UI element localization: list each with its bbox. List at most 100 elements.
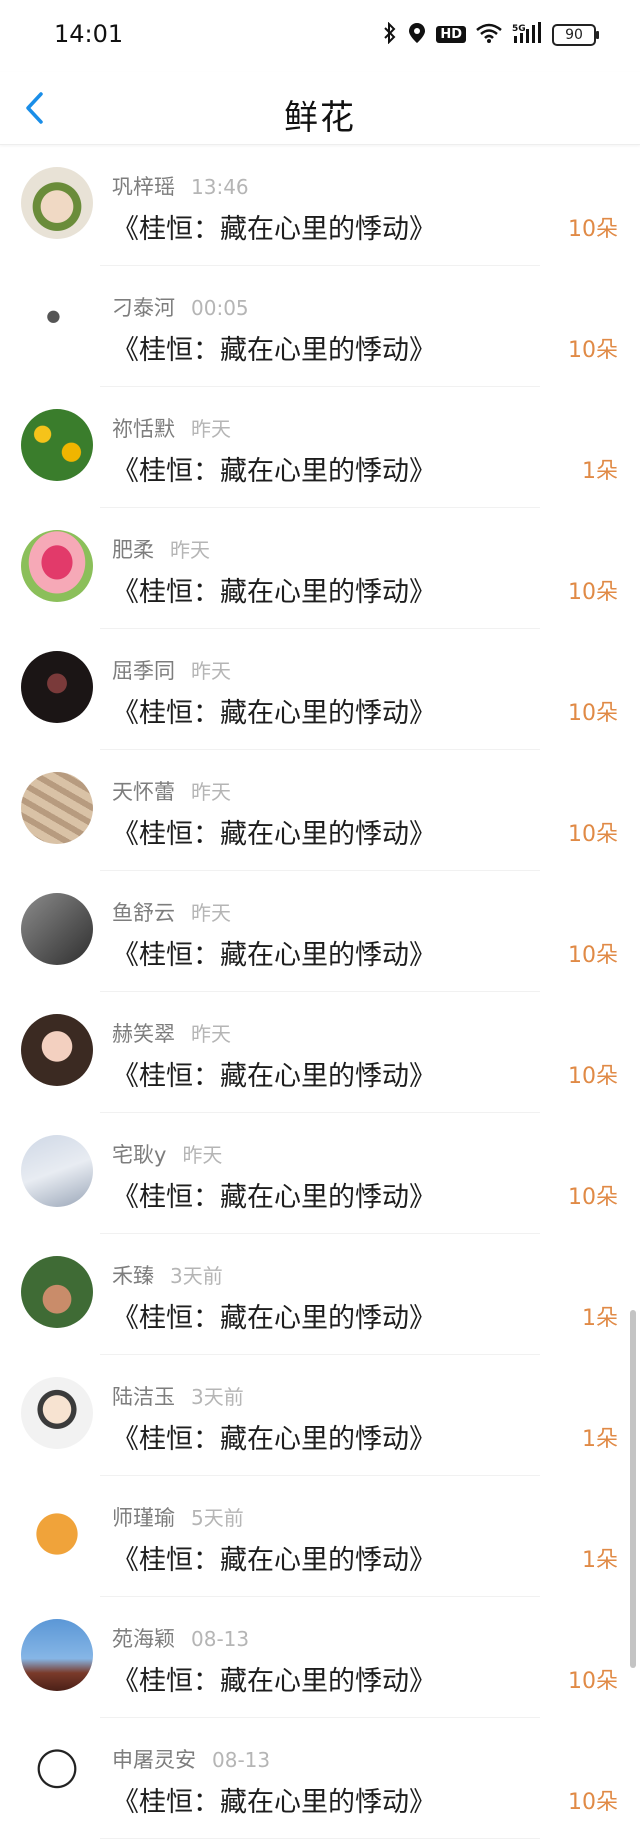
user-name: 鱼舒云 xyxy=(112,901,175,925)
gift-time: 13:46 xyxy=(191,175,249,199)
flower-count: 10朵 xyxy=(568,1185,618,1210)
user-name: 刁泰河 xyxy=(112,296,175,320)
user-name: 师瑾瑜 xyxy=(112,1506,175,1530)
avatar[interactable] xyxy=(21,1135,93,1207)
book-title: 《桂恒：藏在心里的悸动》 xyxy=(112,214,436,245)
list-item[interactable]: 鱼舒云 昨天 《桂恒：藏在心里的悸动》 10朵 xyxy=(0,871,640,992)
flower-count: 10朵 xyxy=(568,822,618,847)
flower-count: 10朵 xyxy=(568,1790,618,1815)
flower-count: 10朵 xyxy=(568,580,618,605)
gift-time: 昨天 xyxy=(191,1022,231,1046)
avatar[interactable] xyxy=(21,167,93,239)
name-line: 屈季同 昨天 xyxy=(112,655,231,685)
flower-count: 10朵 xyxy=(568,217,618,242)
flower-count: 1朵 xyxy=(582,1427,618,1452)
list-item[interactable]: 肥柔 昨天 《桂恒：藏在心里的悸动》 10朵 xyxy=(0,508,640,629)
book-title: 《桂恒：藏在心里的悸动》 xyxy=(112,819,436,850)
book-title: 《桂恒：藏在心里的悸动》 xyxy=(112,1303,436,1334)
avatar[interactable] xyxy=(21,1377,93,1449)
name-line: 师瑾瑜 5天前 xyxy=(112,1502,244,1532)
list-item[interactable]: 师瑾瑜 5天前 《桂恒：藏在心里的悸动》 1朵 xyxy=(0,1476,640,1597)
page-title: 鲜花 xyxy=(284,98,356,138)
list-item[interactable]: 天怀蕾 昨天 《桂恒：藏在心里的悸动》 10朵 xyxy=(0,750,640,871)
list-item[interactable]: 苑海颖 08-13 《桂恒：藏在心里的悸动》 10朵 xyxy=(0,1597,640,1718)
name-line: 天怀蕾 昨天 xyxy=(112,776,231,806)
book-title: 《桂恒：藏在心里的悸动》 xyxy=(112,456,436,487)
flower-count: 10朵 xyxy=(568,943,618,968)
scrollbar[interactable] xyxy=(630,1310,636,1668)
gift-time: 3天前 xyxy=(170,1264,223,1288)
gift-time: 昨天 xyxy=(191,659,231,683)
gift-time: 昨天 xyxy=(191,780,231,804)
book-title: 《桂恒：藏在心里的悸动》 xyxy=(112,1424,436,1455)
avatar[interactable] xyxy=(21,772,93,844)
user-name: 宅耿y xyxy=(112,1143,167,1167)
status-icons: HD 5G 90 xyxy=(382,21,599,47)
svg-text:5G: 5G xyxy=(512,24,526,34)
name-line: 申屠灵安 08-13 xyxy=(112,1744,270,1774)
avatar[interactable] xyxy=(21,1014,93,1086)
avatar[interactable] xyxy=(21,1498,93,1570)
list-item[interactable]: 申屠灵安 08-13 《桂恒：藏在心里的悸动》 10朵 xyxy=(0,1718,640,1839)
list-item[interactable]: 刁泰河 00:05 《桂恒：藏在心里的悸动》 10朵 xyxy=(0,266,640,387)
user-name: 巩梓瑶 xyxy=(112,175,175,199)
battery-level: 90 xyxy=(565,26,583,43)
list-item[interactable]: 陆洁玉 3天前 《桂恒：藏在心里的悸动》 1朵 xyxy=(0,1355,640,1476)
battery-icon: 90 xyxy=(552,23,599,46)
book-title: 《桂恒：藏在心里的悸动》 xyxy=(112,335,436,366)
user-name: 禾臻 xyxy=(112,1264,154,1288)
user-name: 赫笑翠 xyxy=(112,1022,175,1046)
list-item[interactable]: 屈季同 昨天 《桂恒：藏在心里的悸动》 10朵 xyxy=(0,629,640,750)
divider xyxy=(100,1838,540,1839)
book-title: 《桂恒：藏在心里的悸动》 xyxy=(112,1666,436,1697)
avatar[interactable] xyxy=(21,1740,93,1812)
user-name: 祢恬默 xyxy=(112,417,175,441)
hd-icon: HD xyxy=(436,26,466,43)
user-name: 申屠灵安 xyxy=(112,1748,196,1772)
name-line: 陆洁玉 3天前 xyxy=(112,1381,244,1411)
name-line: 肥柔 昨天 xyxy=(112,534,210,564)
flower-count: 1朵 xyxy=(582,459,618,484)
user-name: 肥柔 xyxy=(112,538,154,562)
user-name: 陆洁玉 xyxy=(112,1385,175,1409)
list-item[interactable]: 巩梓瑶 13:46 《桂恒：藏在心里的悸动》 10朵 xyxy=(0,145,640,266)
flower-list: 巩梓瑶 13:46 《桂恒：藏在心里的悸动》 10朵 刁泰河 00:05 《桂恒… xyxy=(0,145,640,1839)
list-item[interactable]: 宅耿y 昨天 《桂恒：藏在心里的悸动》 10朵 xyxy=(0,1113,640,1234)
gift-time: 昨天 xyxy=(191,901,231,925)
user-name: 屈季同 xyxy=(112,659,175,683)
avatar[interactable] xyxy=(21,409,93,481)
list-item[interactable]: 祢恬默 昨天 《桂恒：藏在心里的悸动》 1朵 xyxy=(0,387,640,508)
flower-count: 10朵 xyxy=(568,701,618,726)
flower-count: 10朵 xyxy=(568,338,618,363)
avatar[interactable] xyxy=(21,530,93,602)
name-line: 祢恬默 昨天 xyxy=(112,413,231,443)
avatar[interactable] xyxy=(21,893,93,965)
flower-count: 10朵 xyxy=(568,1064,618,1089)
book-title: 《桂恒：藏在心里的悸动》 xyxy=(112,940,436,971)
list-item[interactable]: 禾臻 3天前 《桂恒：藏在心里的悸动》 1朵 xyxy=(0,1234,640,1355)
flower-count: 10朵 xyxy=(568,1669,618,1694)
gift-time: 00:05 xyxy=(191,296,249,320)
list-item[interactable]: 赫笑翠 昨天 《桂恒：藏在心里的悸动》 10朵 xyxy=(0,992,640,1113)
avatar[interactable] xyxy=(21,288,93,360)
gift-time: 昨天 xyxy=(170,538,210,562)
name-line: 赫笑翠 昨天 xyxy=(112,1018,231,1048)
book-title: 《桂恒：藏在心里的悸动》 xyxy=(112,1182,436,1213)
location-icon xyxy=(408,22,426,47)
name-line: 巩梓瑶 13:46 xyxy=(112,171,249,201)
gift-time: 昨天 xyxy=(191,417,231,441)
flower-count: 1朵 xyxy=(582,1548,618,1573)
avatar[interactable] xyxy=(21,1619,93,1691)
gift-time: 3天前 xyxy=(191,1385,244,1409)
status-time: 14:01 xyxy=(54,20,124,48)
flower-count: 1朵 xyxy=(582,1306,618,1331)
signal-5g-icon: 5G xyxy=(512,22,542,47)
book-title: 《桂恒：藏在心里的悸动》 xyxy=(112,1545,436,1576)
bluetooth-icon xyxy=(382,21,398,47)
avatar[interactable] xyxy=(21,1256,93,1328)
book-title: 《桂恒：藏在心里的悸动》 xyxy=(112,577,436,608)
book-title: 《桂恒：藏在心里的悸动》 xyxy=(112,1061,436,1092)
avatar[interactable] xyxy=(21,651,93,723)
book-title: 《桂恒：藏在心里的悸动》 xyxy=(112,698,436,729)
gift-time: 5天前 xyxy=(191,1506,244,1530)
